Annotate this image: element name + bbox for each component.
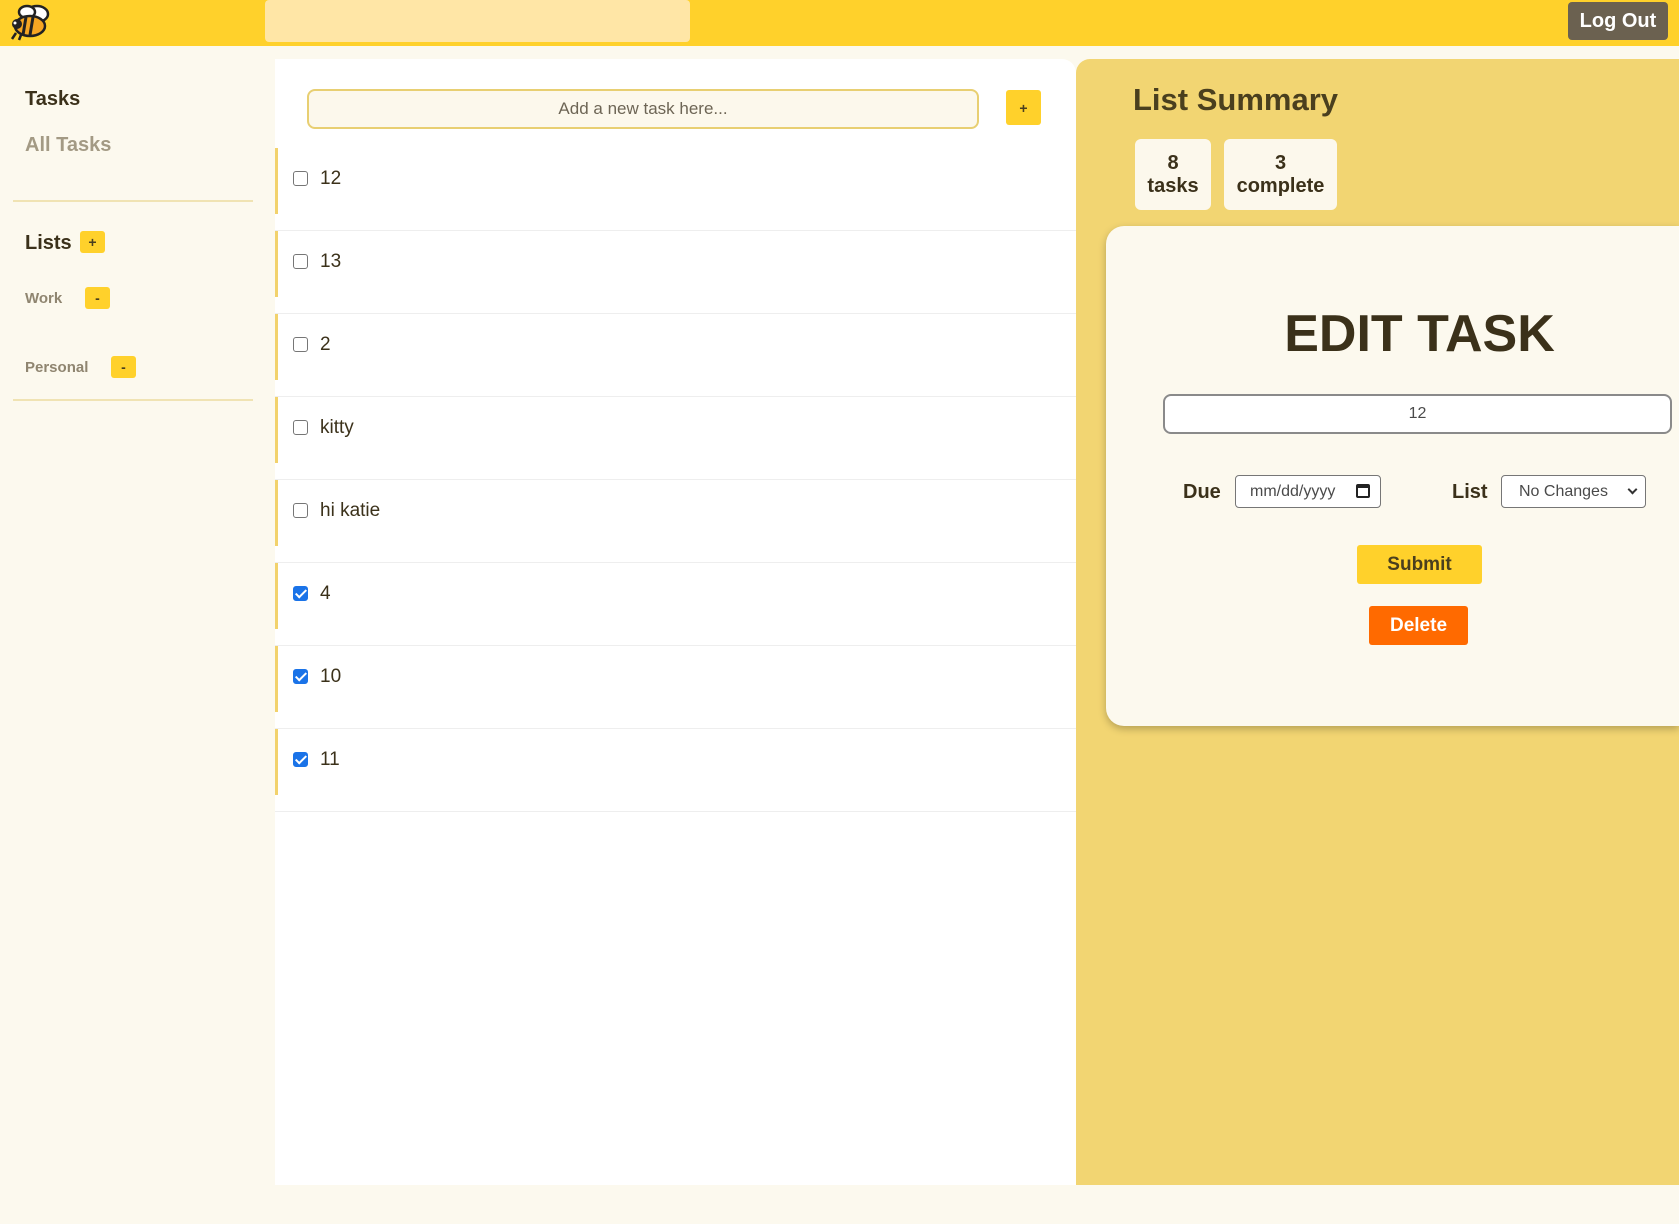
task-label: kitty xyxy=(320,417,354,438)
task-label: 11 xyxy=(320,749,340,770)
sidebar-divider xyxy=(13,399,253,401)
summary-panel: List Summary 8 tasks 3 complete EDIT TAS… xyxy=(1076,59,1679,1185)
task-checkbox[interactable] xyxy=(293,254,308,269)
task-row[interactable]: 11 xyxy=(275,729,1076,812)
list-label: List xyxy=(1452,481,1488,503)
remove-list-work-button[interactable]: - xyxy=(85,287,110,309)
lists-heading: Lists xyxy=(25,232,72,254)
add-list-button[interactable]: + xyxy=(80,231,105,253)
task-checkbox[interactable] xyxy=(293,503,308,518)
edit-task-title: EDIT TASK xyxy=(1284,305,1555,363)
sidebar: Tasks All Tasks Lists + Work - Personal … xyxy=(0,46,275,1224)
task-label: 13 xyxy=(320,251,342,272)
sidebar-divider xyxy=(13,200,253,202)
task-checkbox[interactable] xyxy=(293,171,308,186)
task-accent-bar xyxy=(275,314,278,380)
task-label: 4 xyxy=(320,583,331,604)
sidebar-item-all-tasks[interactable]: All Tasks xyxy=(25,134,111,157)
chevron-down-icon xyxy=(1627,484,1638,495)
new-task-input[interactable] xyxy=(307,89,979,129)
summary-title: List Summary xyxy=(1133,82,1339,117)
task-label: hi katie xyxy=(320,500,381,521)
task-checkbox[interactable] xyxy=(293,752,308,767)
task-label: 12 xyxy=(320,168,342,189)
task-row[interactable]: 10 xyxy=(275,646,1076,729)
task-label: 2 xyxy=(320,334,331,355)
task-label: 10 xyxy=(320,666,342,687)
task-list: 12 13 2 kitty hi katie 4 10 11 xyxy=(275,148,1076,812)
task-accent-bar xyxy=(275,563,278,629)
complete-count-value: 3 xyxy=(1274,151,1287,174)
add-task-button[interactable]: + xyxy=(1006,90,1041,125)
top-bar: Log Out xyxy=(0,0,1679,46)
task-checkbox[interactable] xyxy=(293,337,308,352)
delete-button[interactable]: Delete xyxy=(1369,606,1468,645)
edit-task-card: EDIT TASK Due mm/dd/yyyy List No Changes… xyxy=(1106,226,1679,726)
task-panel: + 12 13 2 kitty hi katie xyxy=(275,59,1076,1185)
list-select-value: No Changes xyxy=(1519,482,1608,500)
task-row[interactable]: 4 xyxy=(275,563,1076,646)
calendar-icon[interactable] xyxy=(1356,484,1370,498)
list-select[interactable]: No Changes xyxy=(1501,475,1646,508)
tasks-heading: Tasks xyxy=(25,88,81,110)
bee-icon[interactable] xyxy=(8,2,54,42)
task-checkbox[interactable] xyxy=(293,669,308,684)
task-count-badge: 8 tasks xyxy=(1135,139,1211,210)
task-count-value: 8 xyxy=(1167,151,1179,174)
edit-task-name-input[interactable] xyxy=(1163,394,1672,434)
due-date-input[interactable]: mm/dd/yyyy xyxy=(1235,475,1381,508)
remove-list-personal-button[interactable]: - xyxy=(111,356,136,378)
sidebar-item-work[interactable]: Work xyxy=(25,290,62,307)
due-label: Due xyxy=(1183,481,1221,503)
task-row[interactable]: kitty xyxy=(275,397,1076,480)
complete-count-label: complete xyxy=(1236,174,1325,197)
submit-button[interactable]: Submit xyxy=(1357,545,1482,584)
task-row[interactable]: hi katie xyxy=(275,480,1076,563)
task-accent-bar xyxy=(275,397,278,463)
task-row[interactable]: 12 xyxy=(275,148,1076,231)
top-search-input[interactable] xyxy=(265,0,690,42)
sidebar-item-personal[interactable]: Personal xyxy=(25,359,88,376)
task-accent-bar xyxy=(275,231,278,297)
task-checkbox[interactable] xyxy=(293,420,308,435)
task-checkbox[interactable] xyxy=(293,586,308,601)
due-date-placeholder: mm/dd/yyyy xyxy=(1250,482,1336,500)
logout-button[interactable]: Log Out xyxy=(1568,2,1668,40)
complete-count-badge: 3 complete xyxy=(1224,139,1337,210)
task-row[interactable]: 2 xyxy=(275,314,1076,397)
task-accent-bar xyxy=(275,148,278,214)
task-accent-bar xyxy=(275,646,278,712)
task-accent-bar xyxy=(275,729,278,795)
task-count-label: tasks xyxy=(1147,174,1199,197)
task-accent-bar xyxy=(275,480,278,546)
task-row[interactable]: 13 xyxy=(275,231,1076,314)
